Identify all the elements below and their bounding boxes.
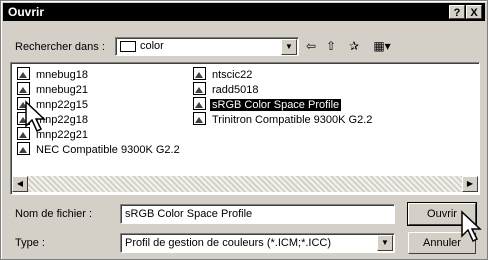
- view-menu-icon[interactable]: ▦▾: [369, 37, 395, 55]
- file-icon: [193, 97, 206, 110]
- open-dialog: Ouvrir ? X Rechercher dans : color ▼ ⇦ ⇧…: [0, 0, 488, 260]
- scroll-left-icon[interactable]: ◀: [12, 176, 28, 192]
- file-item[interactable]: NEC Compatible 9300K G2.2: [17, 142, 182, 156]
- file-item-selected[interactable]: sRGB Color Space Profile: [193, 97, 342, 111]
- file-item[interactable]: Trinitron Compatible 9300K G2.2: [193, 112, 374, 126]
- file-icon: [17, 82, 30, 95]
- file-icon: [193, 112, 206, 125]
- up-folder-icon[interactable]: ⇧: [321, 37, 341, 55]
- cursor-icon: [25, 100, 46, 133]
- filetype-label: Type :: [15, 237, 45, 249]
- file-icon: [17, 67, 30, 80]
- filename-input[interactable]: sRGB Color Space Profile: [120, 204, 395, 224]
- look-in-dropdown-button[interactable]: ▼: [281, 39, 297, 55]
- filename-label: Nom de fichier :: [15, 208, 93, 220]
- file-icon: [193, 82, 206, 95]
- close-button[interactable]: X: [466, 5, 482, 19]
- file-item[interactable]: mnebug21: [17, 82, 90, 96]
- file-item[interactable]: mnebug18: [17, 67, 90, 81]
- filename-value: sRGB Color Space Profile: [125, 208, 253, 220]
- look-in-label: Rechercher dans :: [15, 41, 105, 53]
- file-item[interactable]: radd5018: [193, 82, 261, 96]
- filetype-value: Profil de gestion de couleurs (*.ICM;*.I…: [125, 237, 332, 249]
- file-item[interactable]: ntscic22: [193, 67, 254, 81]
- file-icon: [193, 67, 206, 80]
- title-bar[interactable]: Ouvrir ? X: [3, 3, 485, 21]
- folder-icon: [120, 41, 136, 52]
- look-in-value: color: [140, 40, 164, 52]
- new-folder-icon[interactable]: ✰: [344, 37, 364, 55]
- horizontal-scrollbar[interactable]: ◀ ▶: [12, 176, 478, 192]
- window-title: Ouvrir: [8, 5, 45, 19]
- help-button[interactable]: ?: [449, 5, 465, 19]
- file-icon: [17, 142, 30, 155]
- filetype-select[interactable]: Profil de gestion de couleurs (*.ICM;*.I…: [120, 233, 395, 253]
- back-icon[interactable]: ⇦: [301, 37, 321, 55]
- look-in-combo[interactable]: color ▼: [115, 37, 299, 56]
- cursor-icon: [461, 210, 482, 243]
- scroll-right-icon[interactable]: ▶: [462, 176, 478, 192]
- filetype-dropdown-button[interactable]: ▼: [377, 235, 393, 251]
